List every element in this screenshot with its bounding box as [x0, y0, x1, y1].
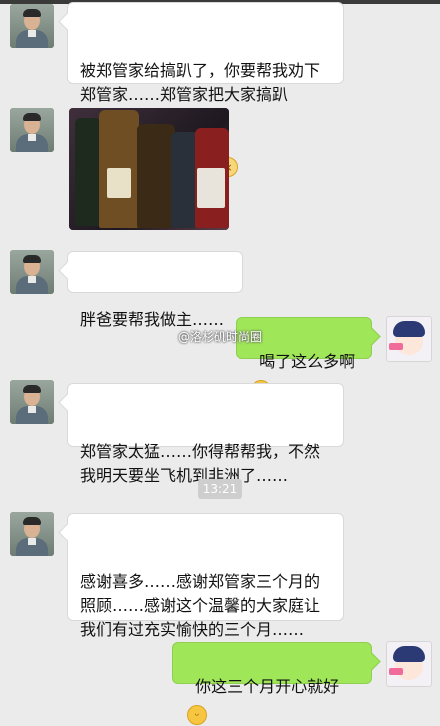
message-text: 喝了这么多啊 — [259, 352, 356, 371]
message-text: 感谢喜多……感谢郑管家三个月的照顾……感谢这个温馨的大家庭让我们有过充实愉快的三… — [80, 572, 321, 639]
timestamp: 13:21 — [198, 479, 242, 499]
message-bubble[interactable]: 被郑管家给搞趴了，你要帮我劝下郑管家……郑管家把大家搞趴 ◡ ◡ ◡ × × ×… — [67, 2, 344, 177]
avatar[interactable] — [10, 512, 54, 556]
avatar[interactable] — [10, 108, 54, 152]
avatar-self[interactable] — [386, 316, 432, 362]
avatar[interactable] — [10, 380, 54, 424]
avatar[interactable] — [10, 4, 54, 48]
watermark: @洛杉矶时尚圈 — [178, 330, 263, 344]
message-text: 被郑管家给搞趴了，你要帮我劝下郑管家……郑管家把大家搞趴 — [80, 61, 321, 104]
bottle-label — [197, 168, 225, 208]
bottle-shape — [75, 118, 101, 226]
photo-message[interactable] — [69, 108, 229, 230]
smiling-face-icon: ᵕ — [187, 705, 207, 725]
bottle-shape — [137, 124, 175, 228]
message-text: 你这三个月开心就好 — [195, 677, 340, 696]
message-bubble[interactable]: 郑管家太猛……你得帮帮我，不然我明天要坐飞机到非洲了…… — [67, 383, 344, 485]
avatar-self[interactable] — [386, 641, 432, 687]
avatar[interactable] — [10, 250, 54, 294]
message-bubble[interactable]: 胖爸要帮我做主…… — [67, 251, 243, 329]
bottle-label — [107, 168, 131, 198]
message-bubble[interactable]: 感谢喜多……感谢郑管家三个月的照顾……感谢这个温馨的大家庭让我们有过充实愉快的三… — [67, 513, 344, 639]
message-bubble-outgoing[interactable]: 你这三个月开心就好 ᵕ — [172, 642, 372, 725]
